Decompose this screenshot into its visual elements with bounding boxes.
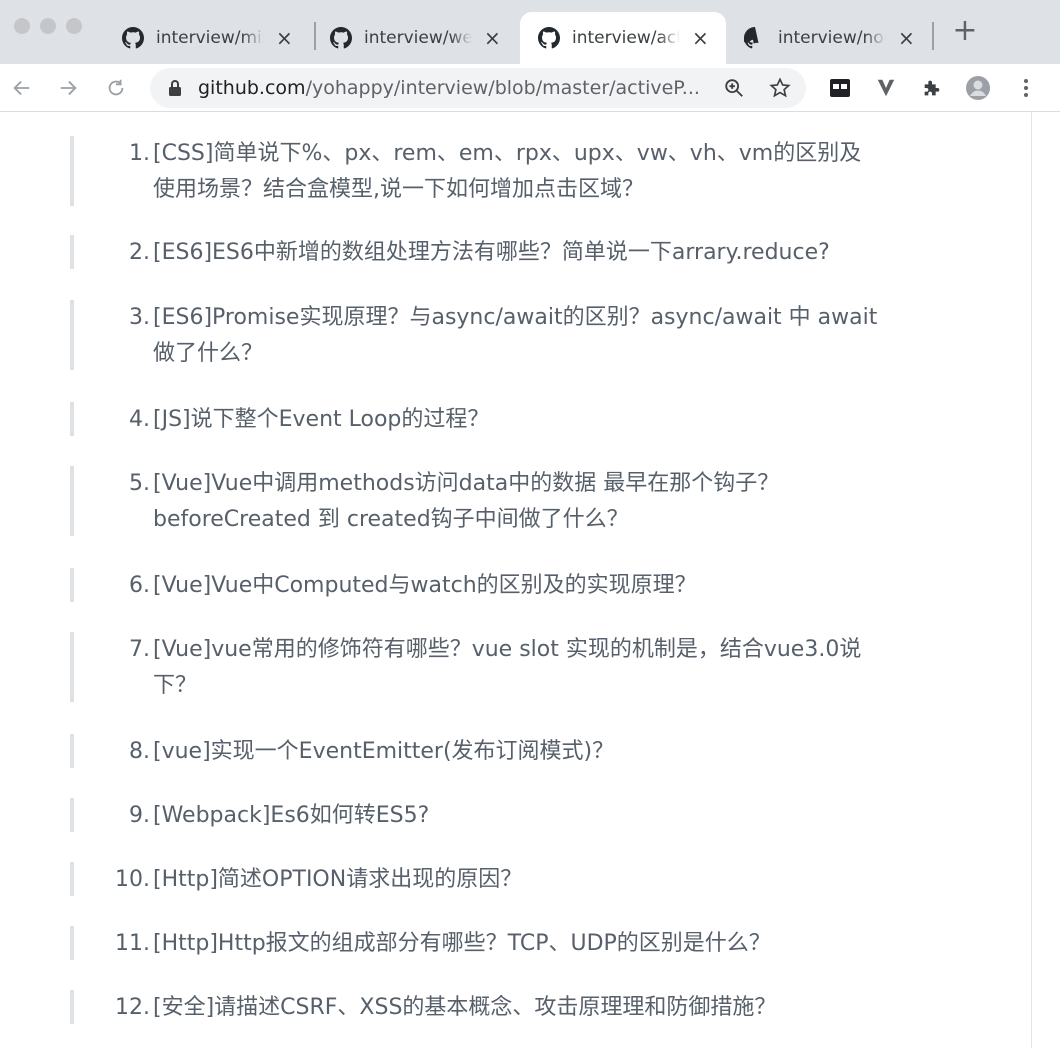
back-arrow-icon[interactable]: [8, 74, 36, 102]
question-line: [Vue]vue常用的修饰符有哪些？vue slot 实现的机制是，结合vue3…: [153, 637, 862, 662]
question-line: [Http]简述OPTION请求出现的原因？: [153, 867, 523, 892]
question-item: 2. [ES6]ES6中新增的数组处理方法有哪些？简单说一下arrary.redu…: [0, 235, 1000, 271]
question-line: 下？: [153, 673, 198, 698]
url-path: /yohappy/interview/blob/master/activeP..…: [305, 77, 700, 99]
question-line: [Vue]Vue中Computed与watch的区别及的实现原理？: [153, 573, 697, 598]
forward-arrow-icon[interactable]: [54, 74, 82, 102]
github-icon: [330, 27, 352, 49]
github-icon: [122, 27, 144, 49]
question-line: [Vue]Vue中调用methods访问data中的数据 最早在那个钩子？: [153, 471, 780, 496]
url-text: github.com/yohappy/interview/blob/master…: [198, 77, 700, 99]
tab-strip: interview/mini × interview/web × intervi…: [0, 0, 1060, 64]
question-number: 5.: [129, 471, 150, 496]
tab-title: interview/web: [364, 28, 472, 48]
tab-3[interactable]: interview/node ×: [726, 12, 932, 64]
question-text: [Webpack]Es6如何转ES5?: [153, 798, 953, 834]
close-tab-icon[interactable]: ×: [484, 28, 501, 48]
question-number: 2.: [129, 240, 150, 265]
tab-title: interview/mini: [156, 28, 264, 48]
question-text: [vue]实现一个EventEmitter(发布订阅模式)？: [153, 734, 953, 770]
question-number: 6.: [129, 573, 150, 598]
question-item: 9. [Webpack]Es6如何转ES5?: [0, 798, 1000, 834]
question-number: 11.: [115, 931, 150, 956]
window-minimize-dot[interactable]: [40, 18, 56, 34]
close-tab-icon[interactable]: ×: [276, 28, 293, 48]
question-line: 做了什么？: [153, 341, 264, 366]
question-line: [Http]Http报文的组成部分有哪些？TCP、UDP的区别是什么？: [153, 931, 771, 956]
question-number: 4.: [129, 407, 150, 432]
window-close-dot[interactable]: [14, 18, 30, 34]
tab-divider: [932, 22, 934, 50]
question-number: 10.: [115, 867, 150, 892]
tab-2-active[interactable]: interview/activ ×: [520, 12, 726, 64]
question-text: [CSS]简单说下%、px、rem、em、rpx、upx、vw、vh、vm的区别…: [153, 136, 953, 208]
question-text: [安全]请描述CSRF、XSS的基本概念、攻击原理理和防御措施？: [153, 990, 953, 1026]
question-text: [Http]Http报文的组成部分有哪些？TCP、UDP的区别是什么？: [153, 926, 953, 962]
more-menu-icon[interactable]: [1012, 74, 1040, 102]
question-item: 10. [Http]简述OPTION请求出现的原因？: [0, 862, 1000, 898]
question-text: [Vue]vue常用的修饰符有哪些？vue slot 实现的机制是，结合vue3…: [153, 632, 953, 704]
question-number: 12.: [115, 995, 150, 1020]
window-zoom-dot[interactable]: [66, 18, 82, 34]
extension-v-icon[interactable]: [872, 74, 900, 102]
question-text: [Http]简述OPTION请求出现的原因？: [153, 862, 953, 898]
question-item: 5. [Vue]Vue中调用methods访问data中的数据 最早在那个钩子？ b…: [0, 466, 1000, 538]
url-host: github.com: [198, 77, 306, 99]
page-content: 1. [CSS]简单说下%、px、rem、em、rpx、upx、vw、vh、vm的…: [0, 112, 1060, 1048]
browser-toolbar: github.com/yohappy/interview/blob/master…: [0, 64, 1060, 112]
question-text: [ES6]ES6中新增的数组处理方法有哪些？简单说一下arrary.reduce…: [153, 235, 953, 271]
question-number: 1.: [129, 141, 150, 166]
question-item: 7. [Vue]vue常用的修饰符有哪些？vue slot 实现的机制是，结合vu…: [0, 632, 1000, 704]
github-icon: [744, 27, 759, 49]
tab-1[interactable]: interview/web ×: [312, 12, 522, 64]
puzzle-extensions-icon[interactable]: [918, 74, 946, 102]
tab-0[interactable]: interview/mini ×: [104, 12, 314, 64]
question-line: [ES6]Promise实现原理？与async/await的区别？async/a…: [153, 305, 878, 330]
github-icon: [538, 27, 560, 49]
new-tab-button[interactable]: +: [950, 16, 980, 46]
question-item: 3. [ES6]Promise实现原理？与async/await的区别？async…: [0, 300, 1000, 372]
question-number: 7.: [129, 637, 150, 662]
tab-title: interview/node: [778, 28, 886, 48]
question-number: 9.: [129, 803, 150, 828]
question-text: [Vue]Vue中Computed与watch的区别及的实现原理？: [153, 568, 953, 604]
question-line: [Webpack]Es6如何转ES5?: [153, 803, 430, 828]
reload-icon[interactable]: [102, 74, 130, 102]
lock-icon[interactable]: [168, 79, 182, 97]
question-line: [JS]说下整个Event Loop的过程？: [153, 407, 490, 432]
address-bar[interactable]: github.com/yohappy/interview/blob/master…: [150, 68, 806, 108]
question-item: 4. [JS]说下整个Event Loop的过程？: [0, 402, 1000, 438]
question-item: 6. [Vue]Vue中Computed与watch的区别及的实现原理？: [0, 568, 1000, 604]
question-line: [vue]实现一个EventEmitter(发布订阅模式)？: [153, 739, 615, 764]
question-number: 3.: [129, 305, 150, 330]
question-line: 使用场景？结合盒模型,说一下如何增加点击区域？: [153, 177, 644, 202]
question-item: 12. [安全]请描述CSRF、XSS的基本概念、攻击原理理和防御措施？: [0, 990, 1000, 1026]
bookmark-star-icon[interactable]: [766, 74, 794, 102]
question-line: [CSS]简单说下%、px、rem、em、rpx、upx、vw、vh、vm的区别…: [153, 141, 862, 166]
tab-title: interview/activ: [572, 28, 680, 48]
question-text: [JS]说下整个Event Loop的过程？: [153, 402, 953, 438]
question-item: 8. [vue]实现一个EventEmitter(发布订阅模式)？: [0, 734, 1000, 770]
content-border: [1031, 112, 1032, 1048]
question-line: [安全]请描述CSRF、XSS的基本概念、攻击原理理和防御措施？: [153, 995, 777, 1020]
question-number: 8.: [129, 739, 150, 764]
question-line: beforeCreated 到 created钩子中间做了什么？: [153, 507, 629, 532]
close-tab-icon[interactable]: ×: [898, 28, 915, 48]
zoom-icon[interactable]: [720, 74, 748, 102]
question-text: [Vue]Vue中调用methods访问data中的数据 最早在那个钩子？ bef…: [153, 466, 953, 538]
close-tab-icon[interactable]: ×: [692, 28, 709, 48]
extension-image-icon[interactable]: [826, 74, 854, 102]
question-item: 11. [Http]Http报文的组成部分有哪些？TCP、UDP的区别是什么？: [0, 926, 1000, 962]
profile-avatar-icon[interactable]: [964, 74, 992, 102]
question-line: [ES6]ES6中新增的数组处理方法有哪些？简单说一下arrary.reduce…: [153, 240, 830, 265]
question-text: [ES6]Promise实现原理？与async/await的区别？async/a…: [153, 300, 953, 372]
question-item: 1. [CSS]简单说下%、px、rem、em、rpx、upx、vw、vh、vm的…: [0, 136, 1000, 208]
